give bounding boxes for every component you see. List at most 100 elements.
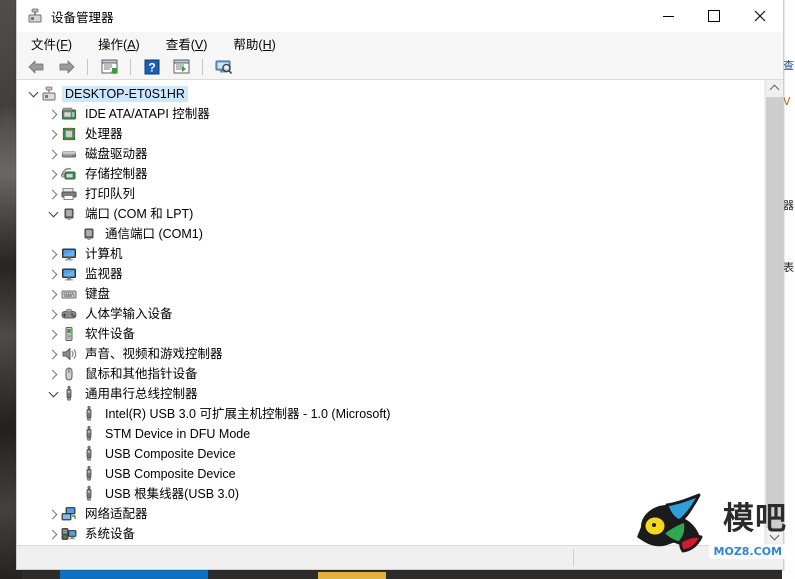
status-bar-divider [573,549,574,566]
tree-node-label: 打印队列 [85,187,136,201]
properties-button[interactable] [97,56,121,78]
menu-item-action-accel: A [127,37,136,52]
title-bar-left: 设备管理器 [17,7,114,26]
toolbar: ? [17,54,783,80]
scroll-thumb[interactable] [766,97,783,528]
menu-item-file-label: 文件 [31,37,57,52]
menu-item-view-accel: V [194,37,204,52]
tree-node[interactable]: 鼠标和其他指针设备 [17,364,764,384]
scan-hardware-button[interactable] [212,56,236,78]
tree-node-spacer [65,424,81,444]
toolbar-separator-1 [87,58,88,75]
usb-icon [61,385,77,402]
tree-node[interactable]: USB Composite Device [17,444,764,464]
back-button[interactable] [25,56,49,78]
tree-node-label: 网络适配器 [85,507,148,521]
tree-node[interactable]: 处理器 [17,124,764,144]
tree-node-label: 存储控制器 [85,167,148,181]
chevron-right-icon[interactable] [45,104,61,124]
menu-item-view[interactable]: 查看(V) [164,33,210,54]
usb-icon [81,485,97,502]
scroll-up-icon [769,84,780,95]
chevron-right-icon[interactable] [45,164,61,184]
tree-node-label: STM Device in DFU Mode [105,427,251,441]
tree-node[interactable]: 端口 (COM 和 LPT) [17,204,764,224]
window-controls [645,0,783,32]
chevron-right-icon[interactable] [45,364,61,384]
chevron-right-icon[interactable] [45,504,61,524]
tree-node-spacer [65,224,81,244]
tree-node-spacer [65,464,81,484]
tree-node[interactable]: 网络适配器 [17,504,764,524]
chevron-right-icon[interactable] [45,284,61,304]
menu-item-file[interactable]: 文件(F) [29,33,74,54]
tree-node[interactable]: 计算机 [17,244,764,264]
tree-node[interactable]: DESKTOP-ET0S1HR [17,84,764,104]
update-driver-button[interactable] [169,56,193,78]
tree-node-label: 人体学输入设备 [85,307,173,321]
scroll-up-button[interactable] [766,80,783,97]
tree-node[interactable]: 键盘 [17,284,764,304]
tree-node[interactable]: 软件设备 [17,324,764,344]
tree-node-label: DESKTOP-ET0S1HR [62,86,188,102]
chevron-right-icon[interactable] [45,264,61,284]
tree-node[interactable]: IDE ATA/ATAPI 控制器 [17,104,764,124]
tree-node[interactable]: USB 根集线器(USB 3.0) [17,484,764,504]
chevron-right-icon[interactable] [45,184,61,204]
forward-button[interactable] [54,56,78,78]
chevron-right-icon[interactable] [45,524,61,544]
tree-node-label: 系统设备 [85,527,136,541]
close-button[interactable] [737,0,783,32]
chevron-down-icon[interactable] [45,204,61,224]
tree-node[interactable]: 磁盘驱动器 [17,144,764,164]
taskbar-window-yellow [318,572,386,579]
scroll-track[interactable] [766,97,783,528]
device-tree-panel[interactable]: DESKTOP-ET0S1HR IDE ATA/ATAPI 控制器处理器磁盘驱动器… [17,80,765,545]
tree-node-spacer [65,484,81,504]
disk-drive-icon [61,146,77,162]
tree-node[interactable]: 声音、视频和游戏控制器 [17,344,764,364]
menu-item-help-accel: H [262,37,272,52]
scroll-down-button[interactable] [766,528,783,545]
tree-node[interactable]: 通信端口 (COM1) [17,224,764,244]
tree-node[interactable]: 系统设备 [17,524,764,544]
menu-item-help[interactable]: 帮助(H) [231,33,277,54]
mouse-icon [61,366,77,382]
tree-node-label: 鼠标和其他指针设备 [85,367,198,381]
chevron-right-icon[interactable] [45,324,61,344]
menu-item-action[interactable]: 操作(A) [96,33,142,54]
chevron-right-icon[interactable] [45,244,61,264]
help-question-icon: ? [144,59,160,74]
port-icon [81,226,97,242]
tree-node[interactable]: Intel(R) USB 3.0 可扩展主机控制器 - 1.0 (Microso… [17,404,764,424]
minimize-button[interactable] [645,0,691,32]
tree-vertical-scrollbar[interactable] [765,80,783,545]
chevron-right-icon[interactable] [45,144,61,164]
tree-node[interactable]: 打印队列 [17,184,764,204]
tree-node-label: 通用串行总线控制器 [85,387,198,401]
tree-node[interactable]: 通用串行总线控制器 [17,384,764,404]
network-adapter-icon [61,506,77,522]
title-bar: 设备管理器 [17,0,783,32]
chevron-down-icon[interactable] [25,84,41,104]
chevron-right-icon[interactable] [45,344,61,364]
help-button[interactable]: ? [140,56,164,78]
system-device-icon [61,526,77,542]
scan-hardware-icon [215,60,233,74]
maximize-button[interactable] [691,0,737,32]
monitor-icon [61,266,77,282]
chevron-right-icon[interactable] [45,124,61,144]
tree-node[interactable]: 人体学输入设备 [17,304,764,324]
tree-node[interactable]: USB Composite Device [17,464,764,484]
menu-item-file-accel: F [60,37,68,52]
tree-node-label: 监视器 [85,267,123,281]
device-tree[interactable]: DESKTOP-ET0S1HR IDE ATA/ATAPI 控制器处理器磁盘驱动器… [17,80,764,544]
tree-node-label: 处理器 [85,127,123,141]
tree-node[interactable]: 监视器 [17,264,764,284]
chevron-down-icon[interactable] [45,384,61,404]
tree-node[interactable]: 存储控制器 [17,164,764,184]
chevron-right-icon[interactable] [45,304,61,324]
tree-node[interactable]: STM Device in DFU Mode [17,424,764,444]
keyboard-icon [61,286,77,302]
usb-icon [81,425,97,442]
